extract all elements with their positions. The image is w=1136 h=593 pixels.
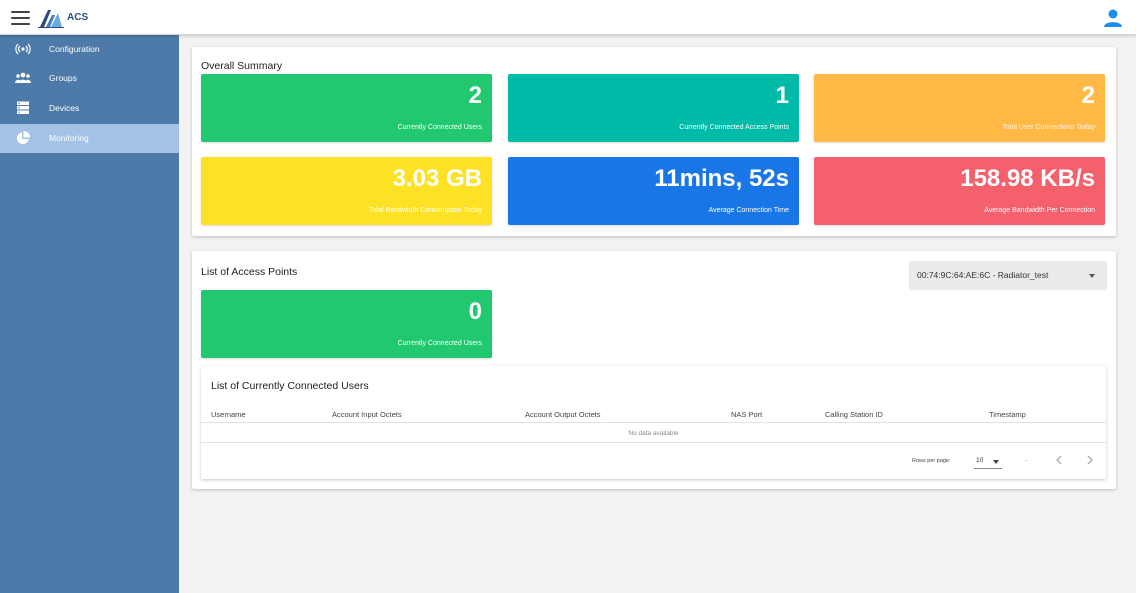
footer-divider [201,442,1106,443]
sidebar-item-monitoring[interactable]: Monitoring [0,124,179,153]
connected-users-title: List of Currently Connected Users [211,380,369,392]
top-app-bar: ACS [0,0,1136,35]
chevron-right-icon[interactable] [1082,452,1098,468]
access-point-select-value: 00:74:9C:64:AE:6C - Radiator_test [917,270,1049,280]
rows-per-page-label: Rows per page: [912,458,951,464]
tile-label: Total User Connections Today [1002,124,1095,131]
sidebar-item-label: Devices [49,103,80,113]
column-header-input-octets[interactable]: Account Input Octets [332,410,402,419]
tile-ap-connected-users: 0 Currently Connected Users [201,290,492,358]
rows-per-page-value: 10 [976,457,984,464]
tile-label: Currently Connected Users [397,124,482,131]
column-header-timestamp[interactable]: Timestamp [989,410,1026,419]
tile-value: 3.03 GB [392,165,482,192]
access-point-select[interactable]: 00:74:9C:64:AE:6C - Radiator_test [909,261,1107,290]
tile-value: 2 [1081,82,1095,109]
pagination-range: - [1025,457,1028,464]
tile-label: Total Bandwidth Consumption Today [368,207,482,214]
main-content: Overall Summary 2 Currently Connected Us… [179,35,1134,593]
overall-summary-card: Overall Summary 2 Currently Connected Us… [192,47,1116,236]
tile-value: 2 [468,82,482,109]
tile-label: Average Connection Time [708,207,789,214]
tile-average-bandwidth: 158.98 KB/s Average Bandwidth Per Connec… [814,157,1105,225]
header-divider [201,422,1106,423]
tile-user-connections-today: 2 Total User Connections Today [814,74,1105,142]
hamburger-menu-icon[interactable] [11,11,30,25]
column-header-output-octets[interactable]: Account Output Octets [525,410,600,419]
tile-value: 0 [468,298,482,325]
access-points-card: List of Access Points 00:74:9C:64:AE:6C … [192,251,1116,489]
tile-value: 158.98 KB/s [960,165,1095,192]
brand-name: ACS [67,12,89,23]
sidebar-item-devices[interactable]: Devices [0,94,179,123]
tile-value: 11mins, 52s [654,165,789,192]
sidebar-item-label: Groups [49,73,77,83]
rows-per-page-select[interactable]: 10 [974,454,1002,469]
overall-summary-title: Overall Summary [201,60,283,72]
connected-users-table: List of Currently Connected Users Userna… [201,366,1106,479]
acs-logo [38,10,64,28]
chevron-left-icon[interactable] [1051,452,1067,468]
tile-connected-users: 2 Currently Connected Users [201,74,492,142]
tile-bandwidth-consumption: 3.03 GB Total Bandwidth Consumption Toda… [201,157,492,225]
chevron-down-icon [1089,274,1095,278]
tile-label: Average Bandwidth Per Connection [984,207,1095,214]
sidebar-item-groups[interactable]: Groups [0,64,179,93]
sidebar-item-label: Monitoring [49,133,89,143]
tile-connected-access-points: 1 Currently Connected Access Points [508,74,799,142]
column-header-calling-station-id[interactable]: Calling Station ID [825,410,883,419]
chevron-down-icon [993,460,999,464]
access-points-title: List of Access Points [201,266,298,278]
column-header-nas-port[interactable]: NAS Port [731,410,762,419]
column-header-username[interactable]: Username [211,410,246,419]
sidebar-item-label: Configuration [49,44,100,54]
tile-label: Currently Connected Users [397,340,482,347]
account-icon[interactable] [1103,8,1123,28]
broadcast-icon [15,43,31,55]
server-icon [17,101,29,114]
tile-average-connection-time: 11mins, 52s Average Connection Time [508,157,799,225]
groups-icon [15,72,31,83]
sidebar-item-configuration[interactable]: Configuration [0,35,179,64]
no-data-text: No data available [628,430,679,437]
sidebar: Configuration Groups Devices Monitoring [0,35,179,593]
tile-label: Currently Connected Access Points [679,124,789,131]
pie-chart-icon [16,131,30,145]
tile-value: 1 [775,82,789,109]
